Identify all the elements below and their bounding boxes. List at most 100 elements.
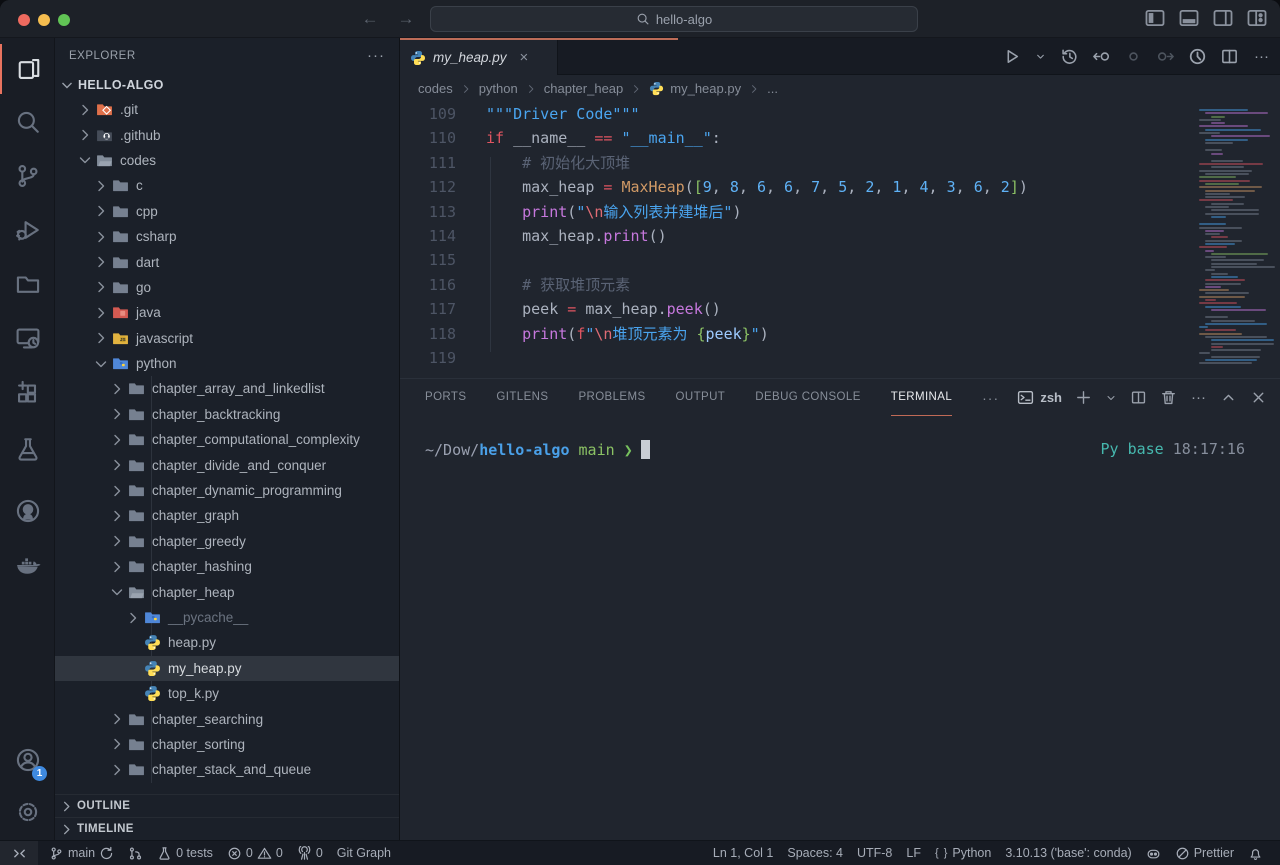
breadcrumb-item[interactable]: python [479, 81, 518, 96]
panel-tab-ports[interactable]: PORTS [425, 379, 466, 416]
play-icon[interactable] [1002, 47, 1021, 66]
tree-item-codes[interactable]: codes [55, 148, 399, 173]
section-outline[interactable]: OUTLINE [55, 794, 399, 817]
status-cursor-position[interactable]: Ln 1, Col 1 [706, 841, 780, 865]
status-language-mode[interactable]: { }Python [928, 841, 998, 865]
tree-root-hello-algo[interactable]: HELLO-ALGO [55, 73, 399, 97]
zoom-window-button[interactable] [58, 14, 70, 26]
activity-github[interactable] [0, 486, 55, 536]
tree-item-chapter-array-and-linkedlist[interactable]: chapter_array_and_linkedlist [55, 376, 399, 401]
tree-item-java[interactable]: java [55, 300, 399, 325]
more-icon[interactable]: ··· [1252, 47, 1271, 66]
activity-explorer[interactable] [0, 44, 55, 94]
tree-item-csharp[interactable]: csharp [55, 224, 399, 249]
nav-forward-button[interactable]: → [394, 7, 418, 31]
breadcrumb-item[interactable]: my_heap.py [649, 81, 741, 96]
activity-testing[interactable] [0, 424, 55, 474]
status-copilot[interactable] [1139, 841, 1168, 865]
section-timeline[interactable]: TIMELINE [55, 817, 399, 840]
panel-tab-output[interactable]: OUTPUT [676, 379, 726, 416]
activity-accounts[interactable]: 1 [0, 735, 55, 785]
tree-item-heap-py[interactable]: heap.py [55, 630, 399, 655]
status-gitlens-graph[interactable] [121, 841, 150, 865]
tree-item-javascript[interactable]: JSjavascript [55, 326, 399, 351]
activity-extensions[interactable] [0, 368, 55, 418]
history-clock-icon[interactable] [1060, 47, 1079, 66]
code-area[interactable]: 109"""Driver Code"""110if __name__ == "_… [400, 102, 1280, 416]
layout-sidebar-left-icon[interactable] [1144, 7, 1166, 29]
tree-item-dart[interactable]: dart [55, 249, 399, 274]
tree-item-top-k-py[interactable]: top_k.py [55, 681, 399, 706]
panel-tab-problems[interactable]: PROBLEMS [578, 379, 645, 416]
status-indentation[interactable]: Spaces: 4 [780, 841, 850, 865]
breadcrumb-item[interactable]: ... [767, 81, 778, 96]
status-encoding[interactable]: UTF-8 [850, 841, 899, 865]
status-eol[interactable]: LF [899, 841, 928, 865]
open-changes-icon[interactable] [1092, 47, 1111, 66]
tree-item-chapter-searching[interactable]: chapter_searching [55, 706, 399, 731]
tree-item-chapter-sorting[interactable]: chapter_sorting [55, 732, 399, 757]
layout-customize-icon[interactable] [1246, 7, 1268, 29]
tree-item--pycache-[interactable]: __pycache__ [55, 605, 399, 630]
tree-item-cpp[interactable]: cpp [55, 199, 399, 224]
plus-icon[interactable] [1075, 389, 1092, 406]
status-python-interpreter[interactable]: 3.10.13 ('base': conda) [998, 841, 1138, 865]
activity-settings[interactable] [0, 787, 55, 837]
tree-item-chapter-greedy[interactable]: chapter_greedy [55, 529, 399, 554]
tree-item-chapter-computational-complexity[interactable]: chapter_computational_complexity [55, 427, 399, 452]
tree-item-chapter-hashing[interactable]: chapter_hashing [55, 554, 399, 579]
split-editor-icon[interactable] [1220, 47, 1239, 66]
circle-arrow-dim-icon[interactable] [1156, 47, 1175, 66]
minimize-window-button[interactable] [38, 14, 50, 26]
tree-item-chapter-stack-and-queue[interactable]: chapter_stack_and_queue [55, 757, 399, 782]
chev-up-icon[interactable] [1220, 389, 1237, 406]
command-center-search[interactable]: hello-algo [430, 6, 918, 32]
close-icon[interactable] [1250, 389, 1267, 406]
close-tab-icon[interactable]: × [520, 49, 529, 66]
status-notifications[interactable] [1241, 841, 1270, 865]
tree-item-my-heap-py[interactable]: my_heap.py [55, 656, 399, 681]
split-editor-icon[interactable] [1130, 389, 1147, 406]
trash-icon[interactable] [1160, 389, 1177, 406]
terminal[interactable]: ~/Dow/hello-algo main ❯ Py base 18:17:16 [400, 416, 1280, 841]
tab-my-heap-py[interactable]: my_heap.py × [400, 38, 558, 75]
status-remote-indicator[interactable] [0, 841, 38, 865]
panel-tabs-more[interactable]: ··· [982, 390, 999, 406]
more-icon[interactable]: ··· [1190, 389, 1207, 406]
nav-back-button[interactable]: ← [358, 7, 382, 31]
activity-project-manager[interactable] [0, 259, 55, 309]
explorer-more-actions[interactable]: ··· [367, 47, 385, 64]
status-ports[interactable]: 0 [290, 841, 330, 865]
activity-search[interactable] [0, 97, 55, 147]
status-prettier[interactable]: Prettier [1168, 841, 1241, 865]
breadcrumb-item[interactable]: chapter_heap [544, 81, 624, 96]
panel-tab-debug-console[interactable]: DEBUG CONSOLE [755, 379, 861, 416]
chev-down-icon[interactable] [1105, 392, 1117, 404]
activity-docker[interactable] [0, 540, 55, 590]
layout-panel-icon[interactable] [1178, 7, 1200, 29]
tree-item--github[interactable]: .github [55, 122, 399, 147]
tree-item-python[interactable]: python [55, 351, 399, 376]
breadcrumb-item[interactable]: codes [418, 81, 453, 96]
tree-item-chapter-backtracking[interactable]: chapter_backtracking [55, 402, 399, 427]
gitlens-blame-icon[interactable] [1188, 47, 1207, 66]
status-tests[interactable]: 0 tests [150, 841, 220, 865]
tree-item-chapter-graph[interactable]: chapter_graph [55, 503, 399, 528]
tree-item-chapter-dynamic-programming[interactable]: chapter_dynamic_programming [55, 478, 399, 503]
status-git-branch[interactable]: main [42, 841, 121, 865]
tree-item-chapter-divide-and-conquer[interactable]: chapter_divide_and_conquer [55, 452, 399, 477]
close-window-button[interactable] [18, 14, 30, 26]
tree-item-chapter-heap[interactable]: chapter_heap [55, 579, 399, 604]
status-git-graph[interactable]: Git Graph [330, 841, 398, 865]
panel-tab-gitlens[interactable]: GITLENS [496, 379, 548, 416]
status-problems[interactable]: 00 [220, 841, 290, 865]
layout-sidebar-right-icon[interactable] [1212, 7, 1234, 29]
circle-dim-icon[interactable] [1124, 47, 1143, 66]
tree-item-c[interactable]: c [55, 173, 399, 198]
run-dropdown-icon[interactable] [1034, 50, 1047, 63]
tree-item--git[interactable]: .git [55, 97, 399, 122]
activity-run-and-debug[interactable] [0, 205, 55, 255]
tree-item-go[interactable]: go [55, 275, 399, 300]
activity-remote-explorer[interactable] [0, 313, 55, 363]
panel-tab-terminal[interactable]: TERMINAL [891, 379, 952, 416]
